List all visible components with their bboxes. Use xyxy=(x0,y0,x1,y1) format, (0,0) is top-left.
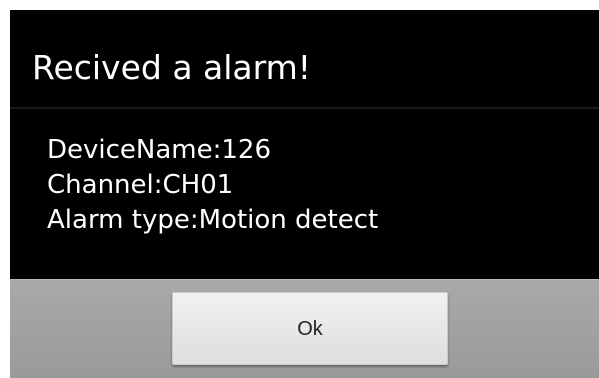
device-name-text: DeviceName:126 xyxy=(47,135,272,165)
alarm-dialog: Recived a alarm! DeviceName:126 Channel:… xyxy=(10,10,599,378)
title-divider xyxy=(10,107,599,109)
dialog-title: Recived a alarm! xyxy=(32,48,312,87)
channel-text: Channel:CH01 xyxy=(47,170,234,200)
ok-button[interactable]: Ok xyxy=(172,292,448,365)
dialog-button-bar: Ok xyxy=(10,279,599,378)
alarm-message: DeviceName:126 Channel:CH01 Alarm type:M… xyxy=(47,133,378,238)
alarm-type-text: Alarm type:Motion detect xyxy=(47,205,379,235)
dialog-title-bar: Recived a alarm! xyxy=(10,10,599,107)
